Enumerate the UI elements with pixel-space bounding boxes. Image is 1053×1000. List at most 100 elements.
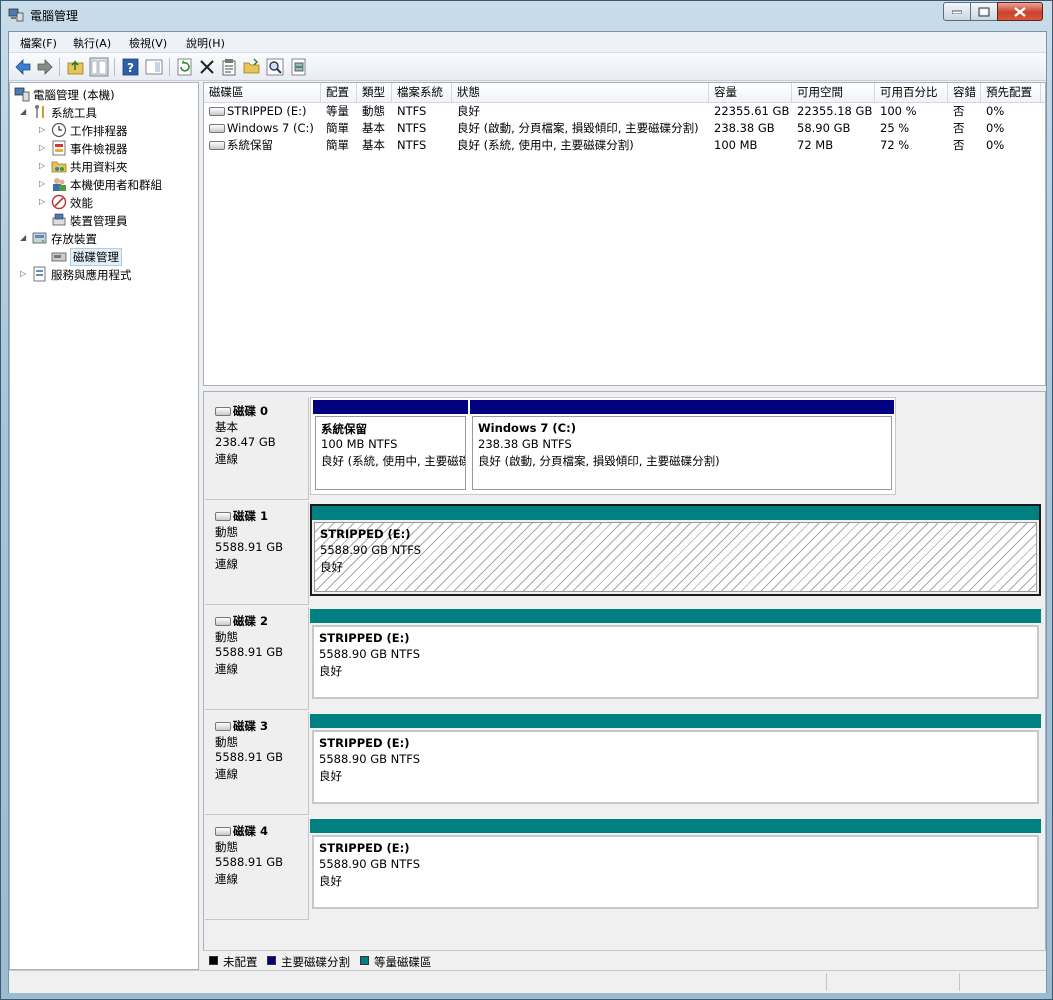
open-icon[interactable] [242, 57, 262, 77]
tree-item-device-manager[interactable]: 裝置管理員 [39, 212, 194, 230]
menu-file[interactable]: 檔案(F) [20, 35, 57, 51]
volume-filesystem: NTFS [397, 138, 427, 152]
tree-label: 存放裝置 [51, 232, 97, 246]
partition-color-bar [310, 609, 1041, 623]
export-icon[interactable] [289, 57, 309, 77]
status-bar [9, 970, 1046, 993]
column-header-capacity[interactable]: 容量 [709, 83, 792, 102]
title-bar[interactable]: 電腦管理 [1, 1, 1052, 30]
column-header-filesystem[interactable]: 檔案系統 [392, 83, 452, 102]
volume-layout: 簡單 [326, 138, 349, 152]
menu-action[interactable]: 執行(A) [73, 35, 111, 51]
search-icon[interactable] [265, 57, 285, 77]
tree-item-task-scheduler[interactable]: ▷ 工作排程器 [39, 122, 194, 140]
main-pane: 磁碟區 配置 類型 檔案系統 狀態 容量 可用空間 可用百分比 容錯 預先配置 … [203, 82, 1046, 971]
volume-name: STRIPPED (E:) [227, 104, 307, 118]
tree-item-system-tools[interactable]: ◢ 系統工具 [20, 104, 190, 122]
help-icon[interactable]: ? [121, 57, 141, 77]
disk-icon [215, 827, 231, 836]
partition-size: 5588.90 GB NTFS [319, 647, 421, 661]
table-row[interactable]: STRIPPED (E:) 等量 動態 NTFS 良好 22355.61 GB … [204, 103, 1045, 120]
disk-partition-area: 系統保留 100 MB NTFS 良好 (系統, 使用中, 主要磁碟分割) Wi… [310, 397, 896, 495]
partition-status: 良好 (啟動, 分頁檔案, 損毀傾印, 主要磁碟分割) [478, 454, 720, 468]
action-pane-icon[interactable] [144, 57, 164, 77]
maximize-button[interactable] [970, 2, 998, 21]
volume-free-space: 58.90 GB [797, 121, 851, 135]
expand-arrow-icon[interactable]: ▷ [39, 144, 47, 152]
forward-icon[interactable] [35, 57, 55, 77]
volume-free-space: 22355.18 GB [797, 104, 873, 118]
partition-color-bar [312, 506, 1039, 520]
column-header-overhead[interactable]: 預先配置 [981, 83, 1041, 102]
partition-block[interactable]: STRIPPED (E:) 5588.90 GB NTFS 良好 [310, 714, 1041, 806]
expand-arrow-icon[interactable]: ▷ [39, 198, 47, 206]
disk-label[interactable]: 磁碟 1 動態 5588.91 GB 連線 [205, 502, 309, 605]
column-header-status[interactable]: 狀態 [452, 83, 709, 102]
disk-label[interactable]: 磁碟 2 動態 5588.91 GB 連線 [205, 607, 309, 710]
partition-status: 良好 [319, 664, 342, 678]
menu-help[interactable]: 說明(H) [186, 35, 225, 51]
partition-box: STRIPPED (E:) 5588.90 GB NTFS 良好 [312, 835, 1039, 909]
volume-type: 基本 [362, 121, 385, 135]
close-button[interactable] [997, 2, 1043, 21]
partition-size: 5588.90 GB NTFS [319, 752, 421, 766]
column-header-fault-tolerance[interactable]: 容錯 [948, 83, 981, 102]
volume-layout: 簡單 [326, 121, 349, 135]
column-header-free-space[interactable]: 可用空間 [792, 83, 875, 102]
partition-block-selected[interactable]: STRIPPED (E:) 5588.90 GB NTFS 良好 [310, 504, 1041, 596]
expand-arrow-icon[interactable]: ▷ [39, 162, 47, 170]
collapse-arrow-icon[interactable]: ◢ [20, 108, 28, 116]
column-header-type[interactable]: 類型 [357, 83, 392, 102]
tree-item-event-viewer[interactable]: ▷ 事件檢視器 [39, 140, 194, 158]
collapse-arrow-icon[interactable]: ◢ [20, 234, 28, 242]
device-manager-icon [52, 213, 66, 226]
disk-partition-area: STRIPPED (E:) 5588.90 GB NTFS 良好 [310, 712, 1042, 810]
tree-item-storage[interactable]: ◢ 存放裝置 [20, 230, 190, 248]
disk-label[interactable]: 磁碟 3 動態 5588.91 GB 連線 [205, 712, 309, 815]
column-header-percent-free[interactable]: 可用百分比 [875, 83, 948, 102]
back-icon[interactable] [13, 57, 33, 77]
column-header-layout[interactable]: 配置 [321, 83, 357, 102]
column-header-volume[interactable]: 磁碟區 [204, 83, 321, 102]
expand-arrow-icon[interactable]: ▷ [39, 180, 47, 188]
table-row[interactable]: Windows 7 (C:) 簡單 基本 NTFS 良好 (啟動, 分頁檔案, … [204, 120, 1045, 137]
disk-label[interactable]: 磁碟 4 動態 5588.91 GB 連線 [205, 817, 309, 920]
partition-box: STRIPPED (E:) 5588.90 GB NTFS 良好 [314, 522, 1037, 592]
disk-name: 磁碟 2 [233, 614, 269, 628]
disk-status: 連線 [215, 557, 238, 571]
properties-icon[interactable] [220, 57, 240, 77]
partition-status: 良好 [319, 874, 342, 888]
tree-item-disk-management[interactable]: 磁碟管理 [39, 248, 194, 266]
partition-block[interactable]: STRIPPED (E:) 5588.90 GB NTFS 良好 [310, 609, 1041, 701]
menu-view[interactable]: 檢視(V) [129, 35, 167, 51]
tree-item-services[interactable]: ▷ 服務與應用程式 [20, 266, 190, 284]
refresh-icon[interactable] [175, 57, 195, 77]
disk-type: 動態 [215, 525, 238, 539]
up-folder-icon[interactable] [66, 57, 86, 77]
maximize-icon [978, 7, 990, 16]
delete-icon[interactable] [197, 57, 217, 77]
show-hide-tree-icon[interactable] [89, 57, 109, 77]
svg-text:?: ? [127, 61, 134, 75]
tree-root[interactable]: 電腦管理 (本機) [14, 86, 194, 104]
partition-block[interactable]: 系統保留 100 MB NTFS 良好 (系統, 使用中, 主要磁碟分割) [313, 400, 468, 492]
partition-color-bar [310, 714, 1041, 728]
disk-management-icon [51, 252, 67, 262]
table-row[interactable]: 系統保留 簡單 基本 NTFS 良好 (系統, 使用中, 主要磁碟分割) 100… [204, 137, 1045, 154]
toolbar: ? [9, 53, 1046, 81]
tree-item-local-users[interactable]: ▷ 本機使用者和群組 [39, 176, 194, 194]
minimize-button[interactable] [943, 2, 971, 21]
tree-item-shared-folders[interactable]: ▷ 共用資料夾 [39, 158, 194, 176]
partition-box: 系統保留 100 MB NTFS 良好 (系統, 使用中, 主要磁碟分割) [315, 416, 466, 490]
disk-label[interactable]: 磁碟 0 基本 238.47 GB 連線 [205, 397, 309, 500]
expand-arrow-icon[interactable]: ▷ [39, 126, 47, 134]
expand-arrow-icon[interactable]: ▷ [20, 270, 28, 278]
volume-overhead: 0% [986, 138, 1005, 152]
computer-management-icon [8, 8, 24, 22]
volume-filesystem: NTFS [397, 121, 427, 135]
partition-name: STRIPPED (E:) [319, 631, 410, 645]
partition-block[interactable]: STRIPPED (E:) 5588.90 GB NTFS 良好 [310, 819, 1041, 911]
partition-block[interactable]: Windows 7 (C:) 238.38 GB NTFS 良好 (啟動, 分頁… [470, 400, 894, 492]
tree-item-performance[interactable]: ▷ 效能 [39, 194, 194, 212]
partition-box: Windows 7 (C:) 238.38 GB NTFS 良好 (啟動, 分頁… [472, 416, 892, 490]
